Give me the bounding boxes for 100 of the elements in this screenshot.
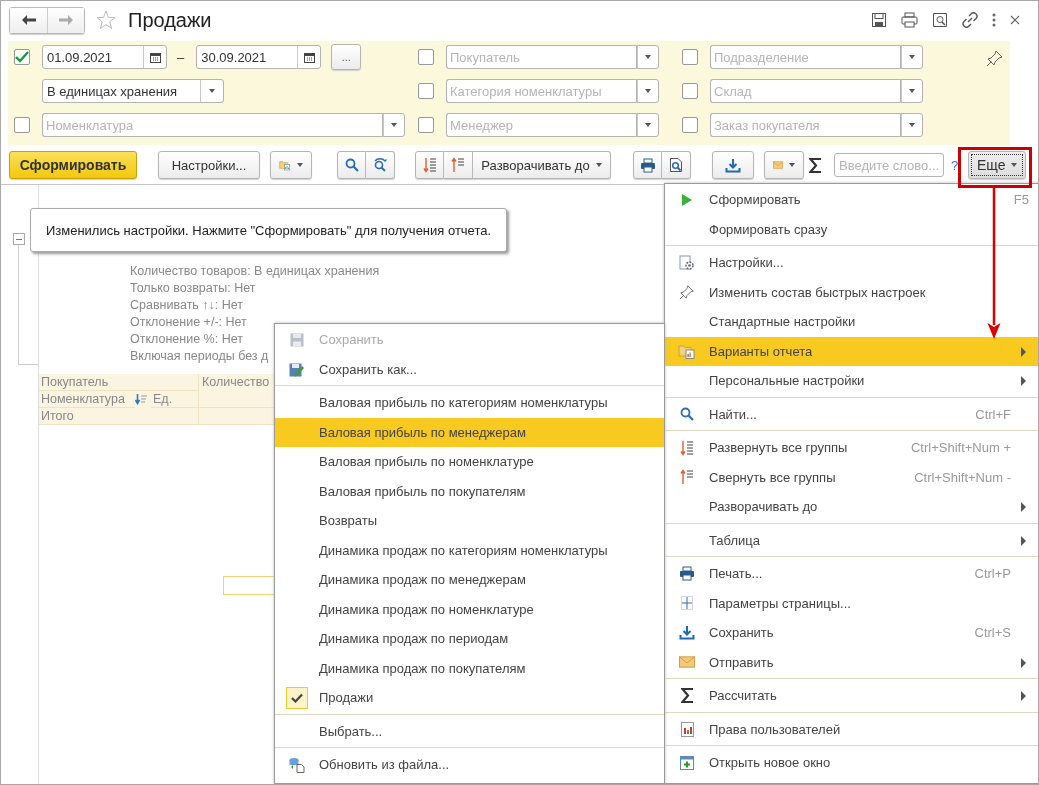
- menu-item[interactable]: Открыть новое окно: [665, 748, 1038, 778]
- menu-item[interactable]: Свернуть все группы Ctrl+Shift+Num -: [665, 462, 1038, 492]
- checkbox[interactable]: [14, 117, 30, 133]
- menu-item[interactable]: Валовая прибыль по номенклатуре: [275, 447, 664, 477]
- search-field[interactable]: Введите слово...: [834, 153, 944, 177]
- dropdown-button[interactable]: [636, 45, 659, 69]
- report-parameter: Отклонение %: Нет: [130, 331, 243, 348]
- more-button[interactable]: Еще: [968, 151, 1027, 179]
- star-icon[interactable]: [96, 10, 116, 30]
- menu-item[interactable]: Обновить из файла...: [275, 750, 664, 780]
- caret-icon: [297, 163, 303, 167]
- menu-item[interactable]: Сохранить Ctrl+S: [665, 618, 1038, 648]
- envelope-icon: [773, 159, 783, 171]
- menu-item[interactable]: Печать... Ctrl+P: [665, 559, 1038, 589]
- calendar-icon[interactable]: [149, 51, 161, 63]
- download-button[interactable]: [712, 151, 754, 179]
- filter-field[interactable]: Покупатель: [446, 45, 636, 69]
- menu-item[interactable]: Развернуть все группы Ctrl+Shift+Num +: [665, 433, 1038, 463]
- menu-item[interactable]: Таблица: [665, 525, 1038, 555]
- print-button[interactable]: [633, 151, 662, 179]
- caret-icon: [908, 55, 915, 59]
- menu-item[interactable]: Возвраты: [275, 506, 664, 536]
- date-field[interactable]: 30.09.2021: [196, 45, 322, 69]
- sigma-icon[interactable]: [809, 157, 822, 173]
- print-icon[interactable]: [901, 12, 918, 28]
- nomenclature-field[interactable]: Номенклатура: [42, 113, 382, 137]
- filter-field[interactable]: Склад: [710, 79, 900, 103]
- find-next-button[interactable]: [366, 151, 395, 179]
- pin-icon[interactable]: [986, 49, 1004, 67]
- dropdown-button[interactable]: [900, 113, 923, 137]
- notification-text: Изменились настройки. Нажмите "Сформировать" для получения отчета.: [45, 222, 492, 238]
- find-button[interactable]: [337, 151, 366, 179]
- units-dropdown[interactable]: В единицах хранения: [42, 79, 224, 103]
- more-icon[interactable]: [992, 13, 996, 27]
- preview-icon: [669, 157, 683, 173]
- filter-field[interactable]: Заказ покупателя: [710, 113, 900, 137]
- menu-item[interactable]: Продажи: [275, 683, 664, 713]
- checkbox[interactable]: [418, 117, 434, 133]
- caret-icon: [908, 89, 915, 93]
- menu-item[interactable]: Динамика продаж по категориям номенклатуры: [275, 535, 664, 565]
- dropdown-button[interactable]: [636, 113, 659, 137]
- filter-field[interactable]: Менеджер: [446, 113, 636, 137]
- help-link[interactable]: ?: [951, 157, 959, 173]
- menu-item[interactable]: Настройки...: [665, 248, 1038, 278]
- report-parameter: Включая периоды без д: [130, 348, 269, 365]
- checkbox[interactable]: [14, 49, 30, 65]
- caret-icon: [644, 89, 651, 93]
- settings-button[interactable]: Настройки...: [158, 151, 260, 179]
- menu-item[interactable]: Разворачивать до: [665, 492, 1038, 522]
- expand-groups-button[interactable]: [415, 151, 444, 179]
- menu-item[interactable]: Отправить: [665, 647, 1038, 677]
- menu-item[interactable]: Динамика продаж по менеджерам: [275, 565, 664, 595]
- caret-icon: [644, 55, 651, 59]
- menu-item[interactable]: Динамика продаж по номенклатуре: [275, 594, 664, 624]
- menu-item[interactable]: Параметры страницы...: [665, 588, 1038, 618]
- period-choose-button[interactable]: ...: [331, 44, 362, 70]
- checkbox[interactable]: [682, 117, 698, 133]
- menu-item[interactable]: Права пользователей: [665, 714, 1038, 744]
- menu-item[interactable]: Стандартные настройки: [665, 307, 1038, 337]
- menu-item[interactable]: Динамика продаж по покупателям: [275, 653, 664, 683]
- menu-item[interactable]: Рассчитать: [665, 681, 1038, 711]
- search-icon: [680, 407, 694, 422]
- report-variants-button[interactable]: [270, 151, 312, 179]
- menu-item[interactable]: Сформировать F5: [665, 185, 1038, 215]
- checkbox[interactable]: [682, 83, 698, 99]
- menu-item[interactable]: Динамика продаж по периодам: [275, 624, 664, 654]
- window-title: Продажи: [128, 8, 212, 32]
- link-icon[interactable]: [962, 12, 978, 28]
- envelope-icon: [679, 656, 695, 669]
- checkbox[interactable]: [418, 49, 434, 65]
- preview-button[interactable]: [662, 151, 691, 179]
- back-button[interactable]: [10, 7, 47, 33]
- filter-field[interactable]: Категория номенклатуры: [446, 79, 636, 103]
- save-icon[interactable]: [871, 12, 887, 28]
- calendar-icon[interactable]: [303, 51, 315, 63]
- generate-button[interactable]: Сформировать: [9, 151, 137, 179]
- send-button[interactable]: [764, 151, 804, 179]
- menu-item[interactable]: Персональные настройки: [665, 366, 1038, 396]
- date-field[interactable]: 01.09.2021: [42, 45, 167, 69]
- dropdown-button[interactable]: [900, 45, 923, 69]
- close-icon[interactable]: [1010, 15, 1020, 25]
- collapse-icon[interactable]: [13, 233, 25, 245]
- dropdown-button[interactable]: [636, 79, 659, 103]
- dropdown-button[interactable]: [382, 113, 405, 137]
- sigma-icon: [680, 688, 694, 704]
- menu-item[interactable]: Выбрать...: [275, 716, 664, 746]
- menu-item[interactable]: Найти... Ctrl+F: [665, 399, 1038, 429]
- checkbox[interactable]: [682, 49, 698, 65]
- dropdown-button[interactable]: [900, 79, 923, 103]
- preview-icon[interactable]: [932, 12, 948, 28]
- expand-to-button[interactable]: Разворачивать до: [473, 151, 611, 179]
- menu-item[interactable]: Варианты отчета: [665, 336, 1038, 366]
- menu-item[interactable]: Изменить состав быстрых настроек: [665, 277, 1038, 307]
- menu-item[interactable]: Формировать сразу: [665, 214, 1038, 244]
- sort-icon[interactable]: [135, 394, 148, 405]
- menu-item[interactable]: Валовая прибыль по менеджерам: [275, 417, 664, 447]
- filter-field[interactable]: Подразделение: [710, 45, 900, 69]
- menu-item[interactable]: Валовая прибыль по покупателям: [275, 476, 664, 506]
- checkbox[interactable]: [418, 83, 434, 99]
- collapse-groups-button[interactable]: [444, 151, 473, 179]
